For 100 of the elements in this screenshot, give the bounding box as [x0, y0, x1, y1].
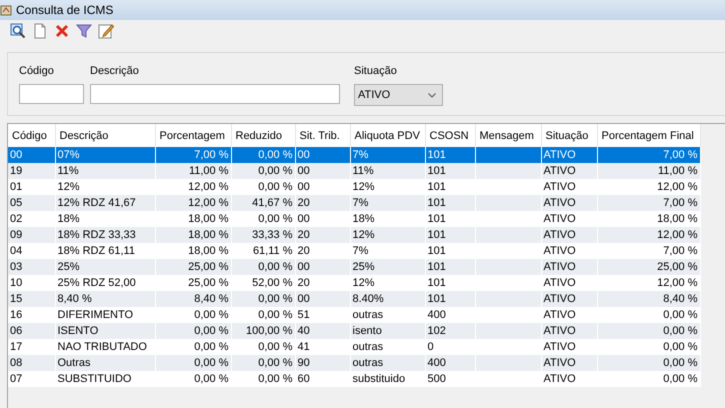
table-cell: 18,00 % [155, 227, 231, 243]
app-icon [0, 4, 12, 16]
field-label: Código [19, 65, 55, 79]
table-cell: ATIVO [541, 355, 597, 371]
field-label: Descrição [90, 65, 140, 79]
table-cell: 25% [350, 259, 425, 275]
table-cell: 0,00 % [597, 355, 700, 371]
table-cell: 0,00 % [155, 355, 231, 371]
column-header[interactable]: CSOSN [425, 124, 475, 147]
table-cell: 05 [8, 195, 55, 211]
table-cell: 00 [295, 259, 350, 275]
delete-icon[interactable] [54, 23, 70, 39]
table-cell: 0,00 % [231, 291, 295, 307]
column-header[interactable]: Porcentagem [155, 124, 231, 147]
column-header[interactable]: Código [8, 124, 55, 147]
table-cell: 60 [295, 371, 350, 387]
table-cell: 101 [425, 147, 475, 163]
table-cell: 7,00 % [597, 195, 700, 211]
search-icon[interactable] [10, 23, 26, 39]
table-cell: 90 [295, 355, 350, 371]
column-header[interactable]: Reduzido [231, 124, 295, 147]
table-cell: ATIVO [541, 147, 597, 163]
table-cell: 7% [350, 195, 425, 211]
table-cell: 12% [350, 227, 425, 243]
table-cell: 7% [350, 147, 425, 163]
table-cell: 19 [8, 163, 55, 179]
column-header[interactable]: Mensagem [475, 124, 541, 147]
table-cell: 8.40% [350, 291, 425, 307]
table-cell: ATIVO [541, 259, 597, 275]
table-cell: 0,00 % [155, 371, 231, 387]
field-label: Situação [354, 65, 398, 79]
table-cell: ISENTO [55, 323, 155, 339]
table-cell: 0,00 % [231, 355, 295, 371]
table-cell: 00 [295, 147, 350, 163]
input-field[interactable] [90, 84, 340, 104]
table-cell: 15 [8, 291, 55, 307]
table-cell: 18% RDZ 33,33 [55, 227, 155, 243]
table-cell: ATIVO [541, 291, 597, 307]
table-cell: 0,00 % [231, 259, 295, 275]
table-cell: ATIVO [541, 163, 597, 179]
table-cell: 08 [8, 355, 55, 371]
input-field[interactable] [19, 84, 84, 104]
table-cell: 101 [425, 163, 475, 179]
table-cell: 20 [295, 195, 350, 211]
table-cell: 11,00 % [597, 163, 700, 179]
table-cell: 25,00 % [597, 259, 700, 275]
table-cell: 101 [425, 195, 475, 211]
table-cell: 09 [8, 227, 55, 243]
column-header[interactable]: Descrição [55, 124, 155, 147]
window-title: Consulta de ICMS [16, 3, 114, 17]
table-cell: 8,40 % [55, 291, 155, 307]
table-cell: outras [350, 355, 425, 371]
table-cell: 0,00 % [597, 323, 700, 339]
column-header[interactable]: Sit. Trib. [295, 124, 350, 147]
table-cell: 00 [8, 147, 55, 163]
table-cell: 11,00 % [155, 163, 231, 179]
table-cell: 11% [55, 163, 155, 179]
table-cell: ATIVO [541, 227, 597, 243]
chevron-icon [428, 92, 436, 98]
column-header[interactable]: Aliquota PDV [350, 124, 425, 147]
table-cell: 101 [425, 291, 475, 307]
table-cell: 12,00 % [597, 227, 700, 243]
table-cell: 12,00 % [155, 195, 231, 211]
table-cell: 00 [295, 291, 350, 307]
edit-icon[interactable] [98, 23, 114, 39]
table-cell: ATIVO [541, 323, 597, 339]
filter-icon[interactable] [76, 23, 92, 39]
table-cell: 40 [295, 323, 350, 339]
column-header[interactable]: Situação [541, 124, 597, 147]
table-cell: 7,00 % [155, 147, 231, 163]
table-cell: 102 [425, 323, 475, 339]
table-cell: 20 [295, 227, 350, 243]
table-cell: 03 [8, 259, 55, 275]
table-cell: 07 [8, 371, 55, 387]
table-cell: 41,67 % [231, 195, 295, 211]
table-cell: 8,40 % [597, 291, 700, 307]
table-cell: 33,33 % [231, 227, 295, 243]
table-cell: 12% RDZ 41,67 [55, 195, 155, 211]
table-cell [475, 163, 541, 179]
table-cell: ATIVO [541, 195, 597, 211]
column-header[interactable]: Porcentagem Final [597, 124, 700, 147]
table-cell: 0,00 % [231, 371, 295, 387]
table-cell: 07% [55, 147, 155, 163]
table-cell: 0,00 % [231, 163, 295, 179]
table-cell: 0,00 % [155, 323, 231, 339]
new-document-icon[interactable] [32, 23, 48, 39]
table-cell: 500 [425, 371, 475, 387]
table-cell: 400 [425, 355, 475, 371]
table-cell: 06 [8, 323, 55, 339]
table-cell: 100,00 % [231, 323, 295, 339]
table-cell: 0,00 % [597, 371, 700, 387]
table-cell: 101 [425, 259, 475, 275]
table-cell: 101 [425, 227, 475, 243]
table-cell: 25% [55, 259, 155, 275]
status-dropdown[interactable]: ATIVO [354, 84, 443, 106]
table-cell: 00 [295, 163, 350, 179]
table-cell [475, 147, 541, 163]
table-cell: isento [350, 323, 425, 339]
table-cell: Outras [55, 355, 155, 371]
table-cell: 8,40 % [155, 291, 231, 307]
